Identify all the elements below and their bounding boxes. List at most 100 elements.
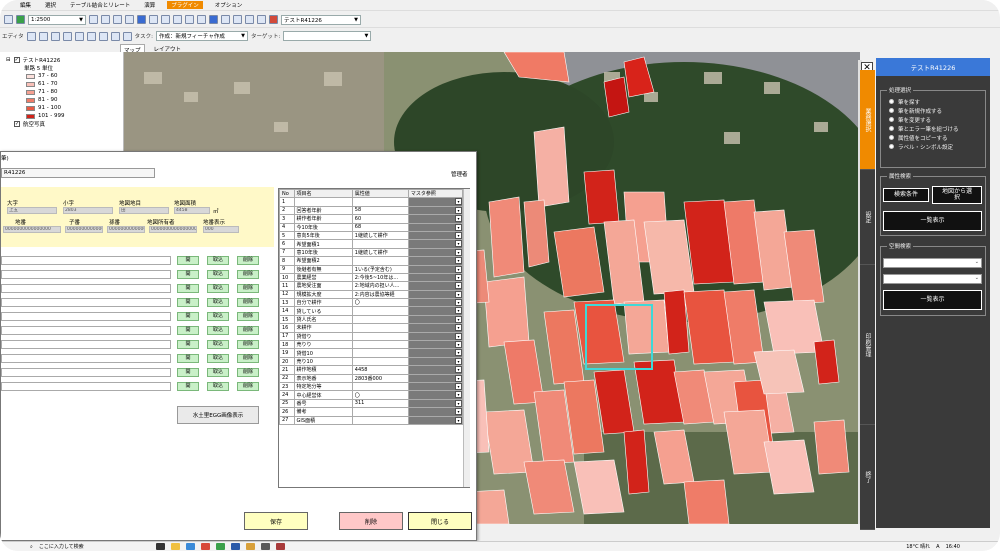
table-row[interactable]: 12 規模拡大度 2:内容は農協等経 ▾ <box>279 289 464 300</box>
layer-name[interactable]: テストR41226 <box>23 56 61 64</box>
table-row[interactable]: 20 売り10 ▾ <box>279 356 464 367</box>
row-attr-value[interactable]: 2803番000 <box>351 373 409 384</box>
menu-item-5[interactable]: オプション <box>213 1 245 9</box>
hyperlink-icon[interactable] <box>245 15 254 24</box>
redo-icon[interactable] <box>74 31 84 41</box>
row-attr-value[interactable]: 2:地域内の担い人... <box>351 281 409 291</box>
menu-item-1[interactable]: 選択 <box>43 1 58 9</box>
row-attr-value[interactable]: 〇 <box>351 390 409 400</box>
table-row[interactable]: 26 備考 ▾ <box>279 407 464 417</box>
import-button[interactable]: 取込 <box>207 256 229 265</box>
master-ref-dropdown[interactable]: ▾ <box>407 256 464 266</box>
weather[interactable]: 18°C 晴れ <box>906 543 930 550</box>
master-ref-dropdown[interactable]: ▾ <box>407 239 464 249</box>
table-row[interactable]: 5 意向5年後 1継続して耕作 ▾ <box>279 230 464 241</box>
master-ref-dropdown[interactable]: ▾ <box>407 289 464 300</box>
table-row[interactable]: 6 希望面積1 ▾ <box>279 239 464 249</box>
row-attr-value[interactable] <box>351 331 409 342</box>
remove-button[interactable]: 削除 <box>237 382 259 391</box>
table-row[interactable]: 16 未耕作 ▾ <box>279 323 464 333</box>
identify-icon[interactable] <box>209 15 218 24</box>
save-icon[interactable] <box>4 15 13 24</box>
attachment-path-field[interactable] <box>1 368 171 377</box>
forward-icon[interactable] <box>161 15 170 24</box>
layer-combo[interactable]: テストR41226 ▼ <box>281 14 361 25</box>
chevron-down-icon[interactable]: ▾ <box>455 358 462 365</box>
radio-icon[interactable] <box>889 108 894 113</box>
table-row[interactable]: 11 農地受注面 2:地域内の担い人... ▾ <box>279 281 464 291</box>
master-ref-dropdown[interactable]: ▾ <box>407 331 464 342</box>
table-row[interactable]: 22 表示地番 2803番000 ▾ <box>279 373 464 384</box>
master-ref-dropdown[interactable]: ▾ <box>407 407 464 417</box>
list-display-button[interactable]: 一覧表示 <box>883 211 982 231</box>
radio-icon[interactable] <box>889 135 894 140</box>
spatial-select-2[interactable]: ⌄ <box>883 274 982 284</box>
chevron-down-icon[interactable]: ▾ <box>455 400 462 407</box>
row-attr-value[interactable]: 1いる(予定含む) <box>351 264 409 274</box>
chevron-down-icon[interactable]: ▾ <box>455 224 462 231</box>
editor-menu[interactable]: エディタ <box>2 32 24 40</box>
full-extent-icon[interactable] <box>125 15 134 24</box>
remove-button[interactable]: 削除 <box>237 354 259 363</box>
map-category-field[interactable]: 田 <box>119 207 169 214</box>
table-row[interactable]: 1 ▾ <box>279 197 464 207</box>
select-features-icon[interactable] <box>173 15 182 24</box>
process-option[interactable]: 筆を探す <box>881 97 985 106</box>
row-attr-value[interactable]: 68 <box>351 222 409 232</box>
zoom-in-icon[interactable] <box>89 15 98 24</box>
table-row[interactable]: 18 売りり ▾ <box>279 340 464 350</box>
add-data-icon[interactable] <box>16 15 25 24</box>
open-button[interactable]: 開 <box>177 270 199 279</box>
table-row[interactable]: 14 貸している ▾ <box>279 306 464 316</box>
table-scrollbar[interactable] <box>463 189 470 487</box>
open-button[interactable]: 開 <box>177 340 199 349</box>
table-row[interactable]: 2 回答者年齢 58 ▾ <box>279 205 464 216</box>
attachment-path-field[interactable] <box>1 312 171 321</box>
radio-icon[interactable] <box>889 144 894 149</box>
chevron-down-icon[interactable]: ▾ <box>455 282 462 290</box>
master-ref-dropdown[interactable]: ▾ <box>407 298 464 308</box>
edit-tool-icon[interactable] <box>26 31 36 41</box>
scale-combo[interactable]: 1:2500 ▼ <box>28 14 86 25</box>
chevron-down-icon[interactable]: ▾ <box>455 249 462 256</box>
clock[interactable]: 16:40 <box>946 544 960 550</box>
import-button[interactable]: 取込 <box>207 354 229 363</box>
open-button[interactable]: 開 <box>177 284 199 293</box>
sketch-icon[interactable] <box>38 31 48 41</box>
table-row[interactable]: 4 今10年後 68 ▾ <box>279 222 464 232</box>
chevron-down-icon[interactable]: ▾ <box>455 408 462 415</box>
open-button[interactable]: 開 <box>177 382 199 391</box>
table-row[interactable]: 10 農業経営 2:今後5~10年は... ▾ <box>279 272 464 283</box>
close-button[interactable]: 閉じる <box>408 512 472 530</box>
row-attr-value[interactable]: 1継続して耕作 <box>351 230 409 241</box>
attachment-path-field[interactable] <box>1 326 171 335</box>
row-attr-value[interactable]: 1継続して耕作 <box>351 247 409 258</box>
import-button[interactable]: 取込 <box>207 298 229 307</box>
attachment-path-field[interactable] <box>1 270 171 279</box>
acrobat-icon[interactable] <box>275 543 285 550</box>
paste-icon[interactable] <box>110 31 120 41</box>
chevron-down-icon[interactable]: ▾ <box>455 266 462 273</box>
radio-icon[interactable] <box>889 117 894 122</box>
row-attr-value[interactable]: 58 <box>351 205 409 216</box>
chiban-field[interactable]: 0000000000000000 <box>3 226 61 233</box>
master-ref-dropdown[interactable]: ▾ <box>407 348 464 358</box>
chevron-down-icon[interactable]: ▾ <box>455 274 462 281</box>
row-attr-value[interactable] <box>351 381 409 392</box>
master-ref-dropdown[interactable]: ▾ <box>407 398 464 409</box>
import-button[interactable]: 取込 <box>207 340 229 349</box>
chevron-down-icon[interactable]: ▾ <box>455 375 462 382</box>
master-ref-dropdown[interactable]: ▾ <box>407 264 464 274</box>
row-attr-value[interactable]: 311 <box>351 398 409 409</box>
chevron-down-icon[interactable]: ▾ <box>455 316 462 323</box>
attachment-path-field[interactable] <box>1 256 171 265</box>
chiban-display-field[interactable]: 000 <box>203 226 239 233</box>
spatial-list-display-button[interactable]: 一覧表示 <box>883 290 982 310</box>
row-attr-value[interactable] <box>351 340 409 350</box>
master-ref-dropdown[interactable]: ▾ <box>407 306 464 316</box>
select-from-map-button[interactable]: 地図から選 択 <box>932 186 982 204</box>
row-attr-value[interactable] <box>351 415 409 425</box>
menu-item-2[interactable]: テーブル結合とリレート <box>68 1 132 9</box>
tab-business-select[interactable]: 業務選択 <box>860 70 875 170</box>
master-ref-dropdown[interactable]: ▾ <box>407 272 464 283</box>
